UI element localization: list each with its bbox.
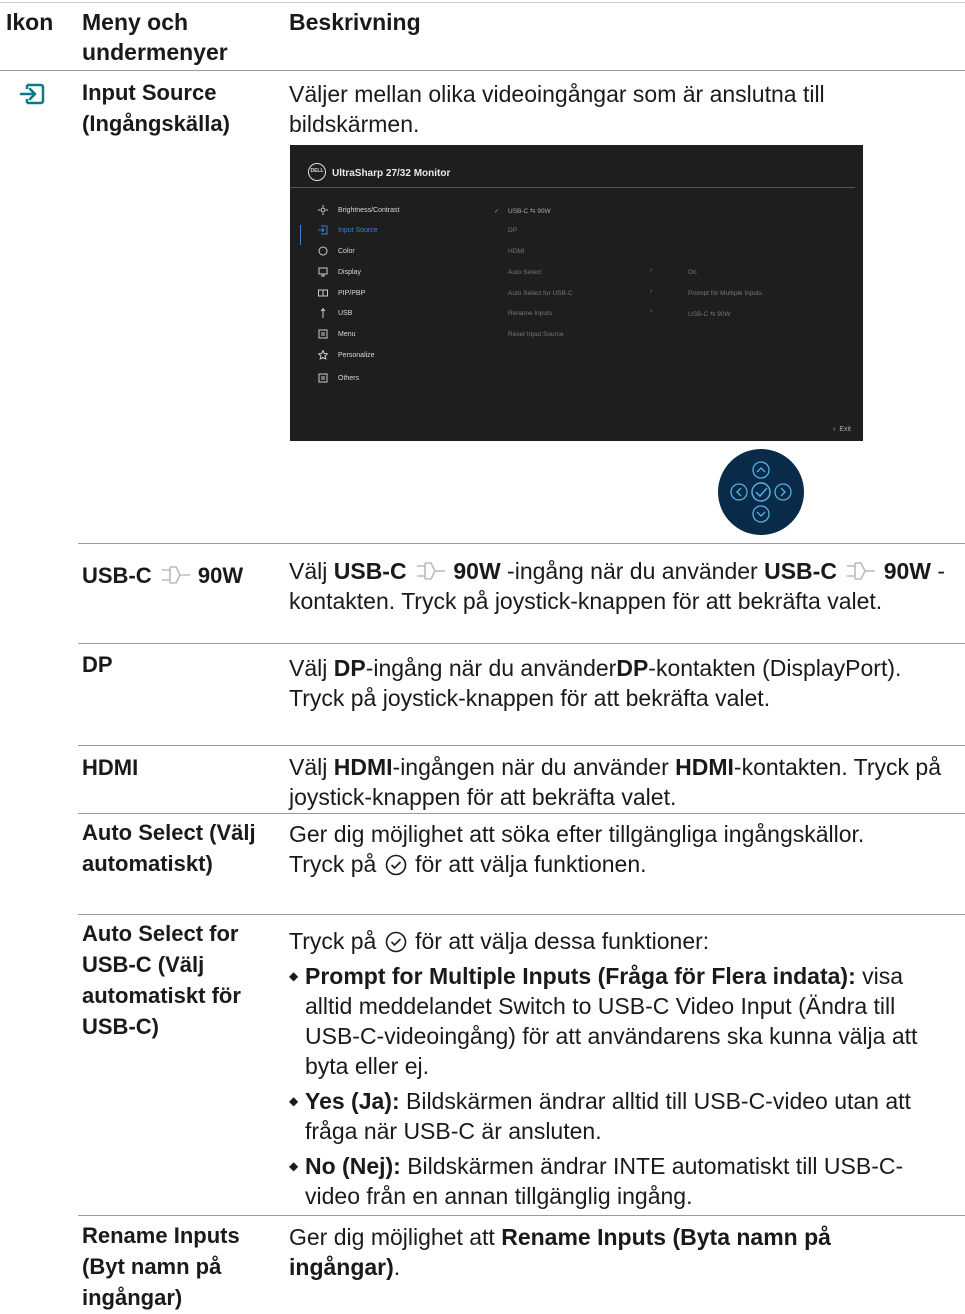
check-circle-icon: [385, 931, 407, 953]
osd-sub-reset: Reset Input Source: [508, 331, 564, 338]
osd-title: UltraSharp 27/32 Monitor: [332, 168, 451, 179]
osd-sub-auto: Auto Select: [508, 269, 542, 276]
rename-inputs-description: Ger dig möjlighet att Rename Inputs (Byt…: [289, 1224, 831, 1280]
header-menu-column: Meny och undermenyer: [82, 9, 228, 65]
input-source-icon: [19, 83, 45, 105]
osd-item-menu: Menu: [318, 327, 356, 341]
osd-value-prompt: Prompt for Multiple Inputs: [688, 290, 763, 297]
auto-select-usbc-description: Tryck på för att välja dessa funktioner:…: [289, 926, 949, 1216]
auto-select-usbc-menu-label: Auto Select for USB-C (Välj automatiskt …: [82, 921, 241, 1039]
osd-sub-auto-usbc: Auto Select for USB-C: [508, 290, 573, 297]
osd-item-input-source: Input Source: [318, 223, 378, 237]
usb-icon: [320, 308, 326, 318]
osd-value-on: On: [688, 269, 697, 276]
menu-icon: [318, 329, 328, 339]
usb-c-power-icon: [161, 566, 190, 584]
osd-item-brightness: Brightness/Contrast: [318, 203, 399, 217]
usbc-menu-label: USB-C 90W: [82, 563, 244, 588]
hdmi-menu-label: HDMI: [82, 755, 139, 780]
bullet-no: ◆ No (Nej): Bildskärmen ändrar INTE autom…: [289, 1153, 904, 1209]
input-source-icon: [318, 225, 328, 235]
bullet-yes: ◆ Yes (Ja): Bildskärmen ändrar alltid til…: [289, 1088, 911, 1144]
others-icon: [318, 373, 328, 383]
star-icon: [318, 350, 328, 360]
hdmi-description: Välj HDMI-ingången när du använder HDMI-…: [289, 754, 942, 810]
osd-menu-screenshot: DELL UltraSharp 27/32 Monitor Brightness…: [290, 145, 863, 441]
dp-description: Välj DP-ingång när du använderDP-kontakt…: [289, 655, 902, 711]
osd-sub-usbc: USB-C ⇆ 90W: [508, 208, 551, 215]
input-source-title: Input Source (Ingångskälla): [82, 80, 230, 136]
dell-logo: DELL: [308, 163, 326, 181]
osd-item-color: Color: [318, 244, 355, 258]
osd-item-display: Display: [318, 265, 361, 279]
osd-sub-rename: Rename Inputs: [508, 310, 553, 317]
auto-select-menu-label: Auto Select (Välj automatiskt): [82, 820, 256, 876]
rename-inputs-menu-label: Rename Inputs (Byt namn på ingångar): [82, 1223, 240, 1310]
header-description-column: Beskrivning: [289, 9, 421, 35]
brightness-icon: [318, 205, 328, 215]
auto-select-description: Ger dig möjlighet att söka efter tillgän…: [289, 821, 865, 877]
osd-item-others: Others: [318, 371, 359, 385]
osd-sub-dp: DP: [508, 227, 518, 234]
usb-c-power-icon: [416, 562, 445, 580]
osd-exit: ‹ Exit: [833, 426, 851, 433]
osd-item-usb: USB: [318, 306, 352, 320]
bullet-prompt: ◆ Prompt for Multiple Inputs (Fråga för F…: [289, 963, 918, 1079]
osd-selection-bar: [300, 225, 301, 245]
check-circle-icon: [385, 854, 407, 876]
usb-c-power-icon: [847, 562, 876, 580]
usbc-description: Välj USB-C 90W -ingång när du använder U…: [289, 558, 946, 614]
osd-item-personalize: Personalize: [318, 348, 375, 362]
header-icon-column: Ikon: [6, 9, 54, 35]
osd-value-usbc: USB-C ⇆ 90W: [688, 311, 731, 318]
dp-menu-label: DP: [82, 652, 113, 677]
osd-item-pip: PIP/PBP: [318, 286, 365, 300]
pip-icon: [318, 289, 328, 297]
osd-sub-hdmi: HDMI: [508, 248, 525, 255]
palette-icon: [318, 246, 328, 256]
monitor-icon: [318, 267, 328, 277]
input-source-description: Väljer mellan olika videoingångar som är…: [289, 81, 825, 137]
joystick-icon: [718, 449, 804, 535]
